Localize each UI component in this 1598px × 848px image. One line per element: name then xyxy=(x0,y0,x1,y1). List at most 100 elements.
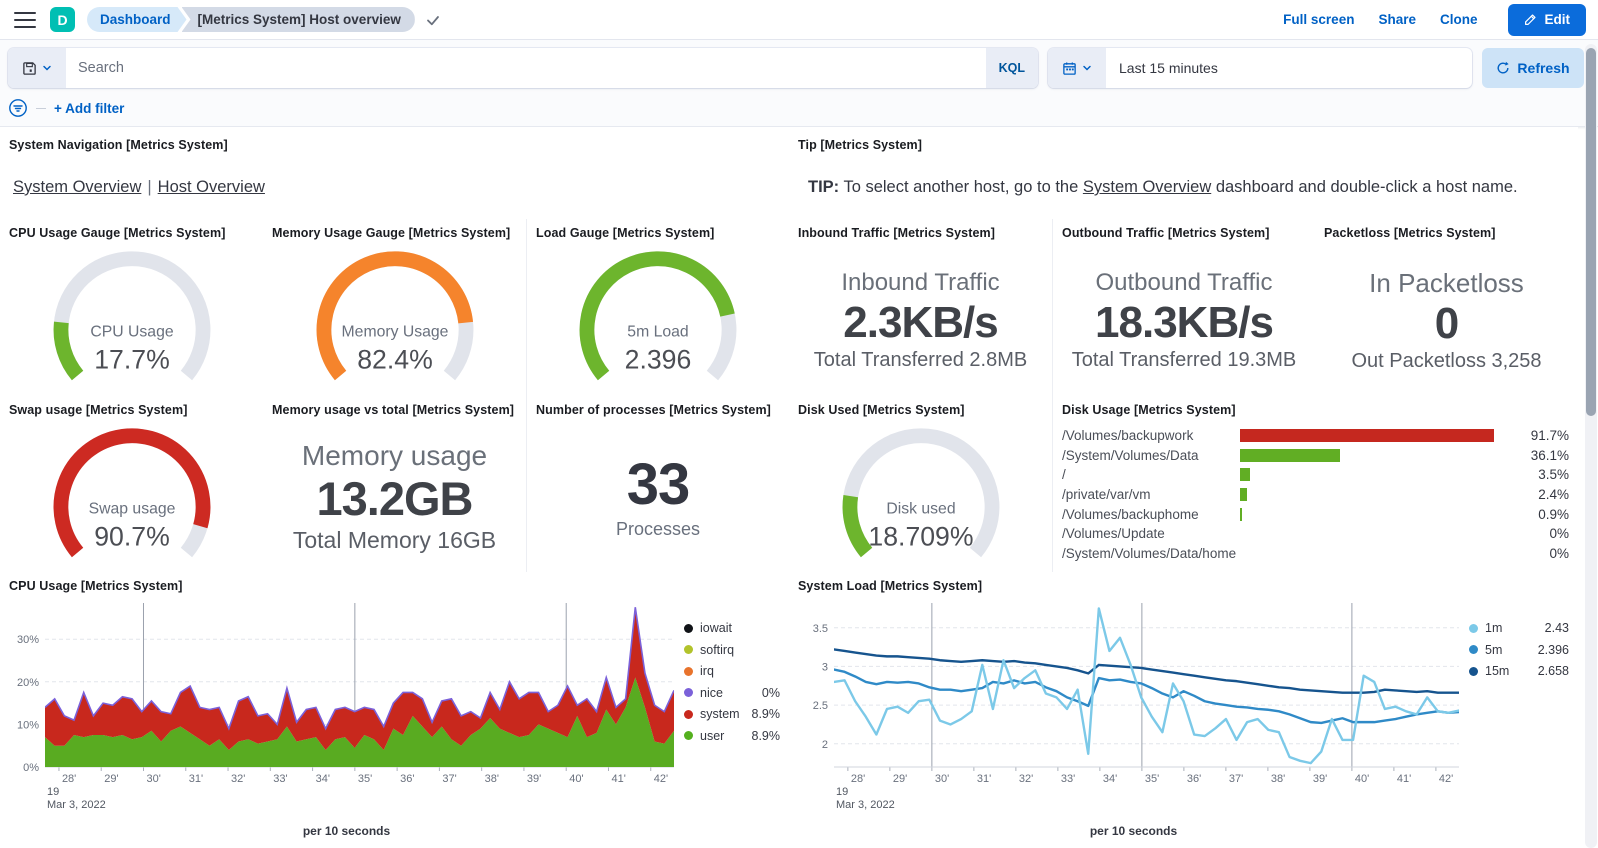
refresh-button[interactable]: Refresh xyxy=(1482,48,1584,88)
svg-text:38': 38' xyxy=(1271,773,1285,785)
legend-item-irq[interactable]: irq xyxy=(684,664,780,678)
disk-usage-row: /Volumes/backupwork91.7% xyxy=(1062,426,1569,446)
search-input[interactable] xyxy=(66,60,986,76)
legend-item-nice[interactable]: nice0% xyxy=(684,686,780,700)
svg-text:33': 33' xyxy=(273,773,287,785)
share-link[interactable]: Share xyxy=(1378,12,1416,27)
cpu-chart-legend: iowait softirq irq nice0% system8.9% user8.9% xyxy=(684,595,780,843)
disk-usage-row: /Volumes/backuphome0.9% xyxy=(1062,504,1569,524)
svg-text:36': 36' xyxy=(400,773,414,785)
svg-text:Swap usage: Swap usage xyxy=(88,501,175,518)
svg-text:40': 40' xyxy=(569,773,583,785)
check-icon xyxy=(425,12,441,28)
legend-dot xyxy=(1469,624,1478,633)
svg-text:29': 29' xyxy=(893,773,907,785)
svg-text:32': 32' xyxy=(1019,773,1033,785)
legend-item-1m[interactable]: 1m2.43 xyxy=(1469,621,1569,635)
svg-text:Disk used: Disk used xyxy=(886,501,955,518)
inbound-traffic-metric: Inbound Traffic 2.3KB/s Total Transferre… xyxy=(789,245,1052,396)
memory-usage-gauge: Memory Usage82.4% xyxy=(272,240,517,390)
clone-link[interactable]: Clone xyxy=(1440,12,1478,27)
legend-item-softirq[interactable]: softirq xyxy=(684,643,780,657)
legend-dot xyxy=(684,667,693,676)
legend-dot xyxy=(684,731,693,740)
system-overview-link[interactable]: System Overview xyxy=(1083,178,1211,196)
svg-text:31': 31' xyxy=(189,773,203,785)
chevron-down-icon xyxy=(1082,63,1092,73)
panel-disk-used: Disk Used [Metrics System] Disk used18.7… xyxy=(789,396,1052,572)
full-screen-link[interactable]: Full screen xyxy=(1283,12,1354,27)
svg-text:35': 35' xyxy=(1145,773,1159,785)
top-navigation-bar: D Dashboard [Metrics System] Host overvi… xyxy=(0,0,1598,40)
disk-usage-row: /System/Volumes/Data/home0% xyxy=(1062,544,1569,564)
svg-text:37': 37' xyxy=(442,773,456,785)
disk-usage-row: /Volumes/Update0% xyxy=(1062,524,1569,544)
menu-icon[interactable] xyxy=(14,12,36,28)
swap-usage-gauge: Swap usage90.7% xyxy=(9,417,254,567)
filter-icon[interactable] xyxy=(8,98,28,118)
scrollbar-track[interactable] xyxy=(1585,44,1597,848)
legend-item-15m[interactable]: 15m2.658 xyxy=(1469,664,1569,678)
packetloss-metric: In Packetloss 0 Out Packetloss 3,258 xyxy=(1315,245,1578,396)
disk-usage-row: /System/Volumes/Data36.1% xyxy=(1062,446,1569,466)
svg-text:18.709%: 18.709% xyxy=(868,521,973,551)
outbound-traffic-metric: Outbound Traffic 18.3KB/s Total Transfer… xyxy=(1053,245,1315,396)
panel-title: Tip [Metrics System] xyxy=(798,138,1569,152)
panel-cpu-usage-chart: CPU Usage [Metrics System] 0%10%20%30%28… xyxy=(0,572,789,848)
edit-button[interactable]: Edit xyxy=(1508,4,1587,36)
legend-item-system[interactable]: system8.9% xyxy=(684,707,780,721)
add-filter-button[interactable]: + Add filter xyxy=(54,101,124,116)
memory-usage-metric: Memory usage 13.2GB Total Memory 16GB xyxy=(263,422,526,572)
svg-text:40': 40' xyxy=(1355,773,1369,785)
svg-text:30%: 30% xyxy=(17,634,39,646)
disk-usage-bar xyxy=(1240,429,1494,442)
svg-text:2: 2 xyxy=(822,739,828,751)
refresh-icon xyxy=(1496,61,1510,75)
panel-swap-usage: Swap usage [Metrics System] Swap usage90… xyxy=(0,396,263,572)
disk-usage-row: /3.5% xyxy=(1062,465,1569,485)
legend-item-iowait[interactable]: iowait xyxy=(684,621,780,635)
x-axis-title: per 10 seconds xyxy=(9,824,684,838)
date-quick-select-button[interactable] xyxy=(1048,48,1106,88)
kql-button[interactable]: KQL xyxy=(986,48,1038,88)
system-load-legend: 1m2.43 5m2.396 15m2.658 xyxy=(1469,595,1569,843)
panel-load-gauge: Load Gauge [Metrics System] 5m Load2.396 xyxy=(526,219,789,396)
legend-dot xyxy=(684,645,693,654)
svg-text:30': 30' xyxy=(935,773,949,785)
svg-text:3: 3 xyxy=(822,661,828,673)
panel-tip: Tip [Metrics System] TIP: To select anot… xyxy=(789,131,1578,219)
svg-text:39': 39' xyxy=(1313,773,1327,785)
space-avatar[interactable]: D xyxy=(50,7,75,32)
svg-text:30': 30' xyxy=(146,773,160,785)
svg-text:42': 42' xyxy=(1439,773,1453,785)
saved-query-menu-button[interactable] xyxy=(8,48,66,88)
cpu-usage-area-chart: 0%10%20%30%28'29'30'31'32'33'34'35'36'37… xyxy=(9,595,684,822)
svg-text:3.5: 3.5 xyxy=(813,623,828,635)
disk-used-gauge: Disk used 18.709% xyxy=(798,417,1043,567)
svg-text:41': 41' xyxy=(611,773,625,785)
breadcrumb-dashboard[interactable]: Dashboard xyxy=(87,7,187,32)
panel-title: System Navigation [Metrics System] xyxy=(9,138,780,152)
legend-dot xyxy=(684,624,693,633)
time-range-value[interactable]: Last 15 minutes xyxy=(1106,60,1231,76)
cpu-usage-gauge: CPU Usage17.7% xyxy=(9,240,254,390)
panel-cpu-usage-gauge: CPU Usage Gauge [Metrics System] CPU Usa… xyxy=(0,219,263,396)
svg-text:Mar 3, 2022: Mar 3, 2022 xyxy=(47,799,106,811)
svg-text:28': 28' xyxy=(62,773,76,785)
svg-text:2.396: 2.396 xyxy=(625,344,692,374)
svg-text:39': 39' xyxy=(527,773,541,785)
host-overview-link[interactable]: Host Overview xyxy=(158,178,265,196)
system-overview-link[interactable]: System Overview xyxy=(13,178,141,196)
dashboard-grid: System Navigation [Metrics System] Syste… xyxy=(0,127,1578,848)
panel-system-load-chart: System Load [Metrics System] 22.533.528'… xyxy=(789,572,1578,848)
x-axis-title: per 10 seconds xyxy=(798,824,1469,838)
panel-disk-usage: Disk Usage [Metrics System] /Volumes/bac… xyxy=(1052,396,1578,572)
svg-text:17.7%: 17.7% xyxy=(94,344,170,374)
svg-text:28': 28' xyxy=(851,773,865,785)
legend-item-5m[interactable]: 5m2.396 xyxy=(1469,643,1569,657)
scrollbar-thumb[interactable] xyxy=(1586,48,1596,416)
disk-usage-bar-chart: /Volumes/backupwork91.7%/System/Volumes/… xyxy=(1062,426,1569,563)
legend-item-user[interactable]: user8.9% xyxy=(684,729,780,743)
disk-usage-row: /private/var/vm2.4% xyxy=(1062,485,1569,505)
panel-outbound-traffic: Outbound Traffic [Metrics System] Outbou… xyxy=(1052,219,1315,396)
